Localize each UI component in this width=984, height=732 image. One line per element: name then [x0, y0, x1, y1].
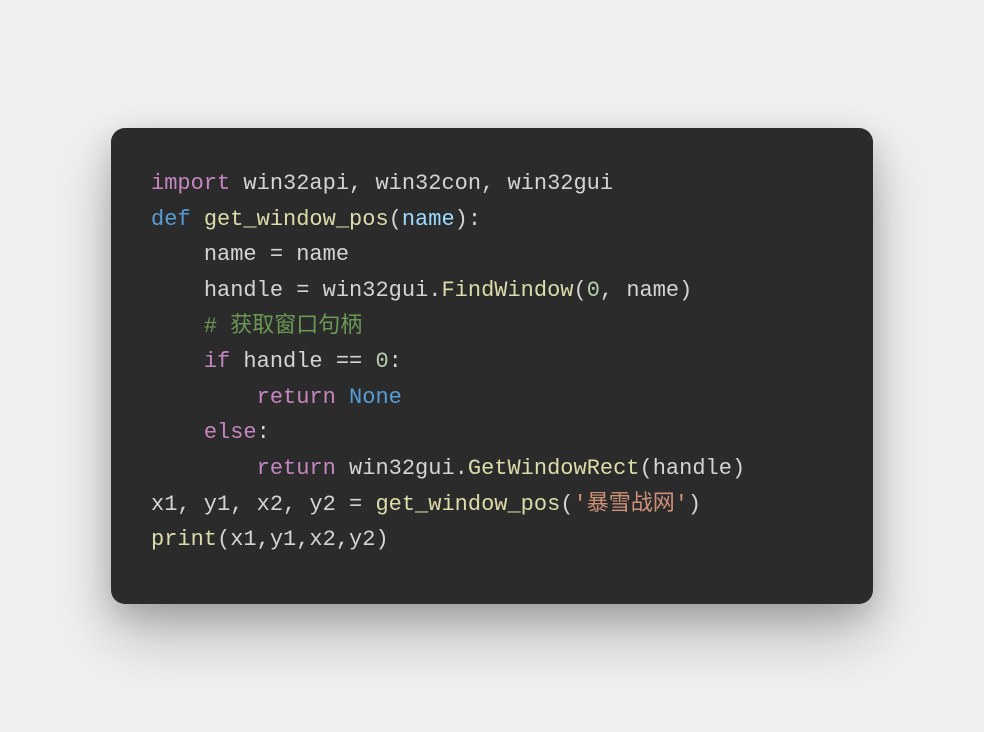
paren-close: ) — [679, 278, 692, 303]
indent — [151, 278, 204, 303]
variable: handle — [653, 456, 732, 481]
paren-close: ): — [455, 207, 481, 232]
paren-open: ( — [640, 456, 653, 481]
dot: . — [428, 278, 441, 303]
args: x1,y1,x2,y2 — [230, 527, 375, 552]
keyword-return: return — [257, 385, 336, 410]
space — [230, 349, 243, 374]
indent — [151, 456, 257, 481]
comment: # 获取窗口句柄 — [204, 314, 362, 339]
paren-close: ) — [688, 492, 701, 517]
paren-open: ( — [217, 527, 230, 552]
paren-close: ) — [732, 456, 745, 481]
string-literal: '暴雪战网' — [574, 492, 688, 517]
module-list: win32api, win32con, win32gui — [243, 171, 613, 196]
variable: name — [626, 278, 679, 303]
none-literal: None — [349, 385, 402, 410]
variable: name — [296, 242, 349, 267]
paren-open: ( — [560, 492, 573, 517]
indent — [151, 314, 204, 339]
function-call: print — [151, 527, 217, 552]
equals: = — [270, 242, 296, 267]
code-content: import win32api, win32con, win32gui def … — [151, 166, 833, 558]
variable: name — [204, 242, 270, 267]
tuple-vars: x1, y1, x2, y2 — [151, 492, 349, 517]
number-literal: 0 — [587, 278, 600, 303]
space — [336, 385, 349, 410]
comma: , — [600, 278, 626, 303]
param-name: name — [402, 207, 455, 232]
function-call: GetWindowRect — [468, 456, 640, 481]
module-ref: win32gui — [323, 278, 429, 303]
function-call: FindWindow — [441, 278, 573, 303]
function-name: get_window_pos — [204, 207, 389, 232]
function-call: get_window_pos — [375, 492, 560, 517]
keyword-return: return — [257, 456, 336, 481]
colon: : — [257, 420, 270, 445]
indent — [151, 349, 204, 374]
paren-open: ( — [389, 207, 402, 232]
space — [336, 456, 349, 481]
keyword-import: import — [151, 171, 230, 196]
keyword-if: if — [204, 349, 230, 374]
dot: . — [455, 456, 468, 481]
module-ref: win32gui — [349, 456, 455, 481]
condition: handle == — [243, 349, 375, 374]
paren-close: ) — [375, 527, 388, 552]
keyword-def: def — [151, 207, 191, 232]
keyword-else: else — [204, 420, 257, 445]
indent — [151, 385, 257, 410]
equals: = — [296, 278, 322, 303]
paren-open: ( — [574, 278, 587, 303]
indent — [151, 242, 204, 267]
code-block: import win32api, win32con, win32gui def … — [111, 128, 873, 604]
number-literal: 0 — [375, 349, 388, 374]
indent — [151, 420, 204, 445]
variable: handle — [204, 278, 296, 303]
equals: = — [349, 492, 375, 517]
colon: : — [389, 349, 402, 374]
